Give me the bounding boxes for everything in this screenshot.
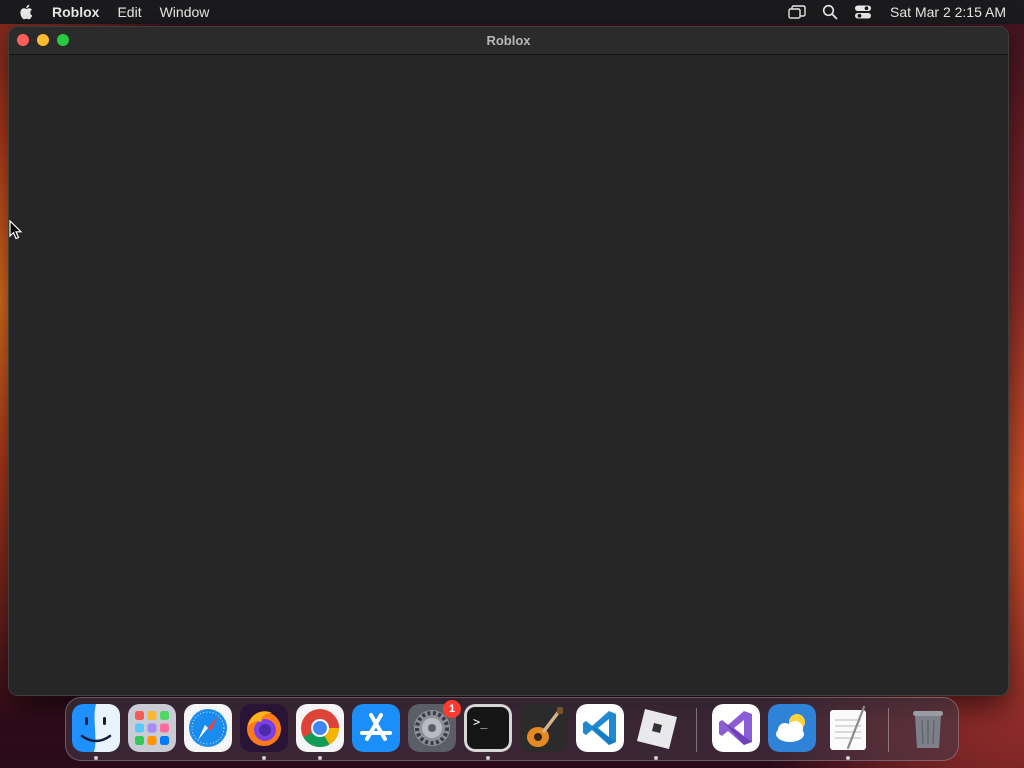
- menu-clock[interactable]: Sat Mar 2 2:15 AM: [890, 4, 1006, 20]
- menu-window[interactable]: Window: [160, 0, 210, 24]
- running-indicator: [654, 756, 658, 760]
- control-center-icon[interactable]: [854, 4, 872, 20]
- terminal-icon[interactable]: >_: [464, 704, 512, 752]
- running-indicator: [318, 756, 322, 760]
- trash-icon[interactable]: [904, 704, 952, 752]
- finder-icon[interactable]: [72, 704, 120, 752]
- apple-menu-icon[interactable]: [18, 3, 36, 21]
- textedit-icon[interactable]: [824, 704, 872, 752]
- safari-icon[interactable]: [184, 704, 232, 752]
- window-titlebar[interactable]: Roblox: [9, 27, 1008, 55]
- roblox-icon[interactable]: [632, 704, 680, 752]
- running-indicator: [486, 756, 490, 760]
- window-title: Roblox: [486, 33, 531, 48]
- mouse-cursor-icon: [9, 219, 23, 245]
- dock-separator-trash: [888, 708, 889, 752]
- chrome-icon[interactable]: [296, 704, 344, 752]
- window-content-area[interactable]: [9, 55, 1008, 695]
- running-indicator: [846, 756, 850, 760]
- dock: 1 >_: [65, 697, 959, 761]
- vscode-icon[interactable]: [576, 704, 624, 752]
- weather-icon[interactable]: [768, 704, 816, 752]
- garageband-icon[interactable]: [520, 704, 568, 752]
- running-indicator: [94, 756, 98, 760]
- launchpad-icon[interactable]: [128, 704, 176, 752]
- system-settings-badge: 1: [443, 700, 461, 718]
- svg-text:>_: >_: [473, 715, 488, 729]
- status-area: Sat Mar 2 2:15 AM: [772, 0, 1006, 24]
- spotlight-search-icon[interactable]: [822, 4, 838, 20]
- running-indicator: [262, 756, 266, 760]
- menu-app-name[interactable]: Roblox: [52, 0, 99, 24]
- dock-separator: [696, 708, 697, 752]
- firefox-icon[interactable]: [240, 704, 288, 752]
- menu-bar: Roblox Edit Window Sat Mar 2 2:15 AM: [0, 0, 1024, 24]
- screen-mirroring-icon[interactable]: [788, 5, 806, 19]
- visual-studio-icon[interactable]: [712, 704, 760, 752]
- menu-edit[interactable]: Edit: [117, 0, 141, 24]
- app-store-icon[interactable]: [352, 704, 400, 752]
- roblox-window: Roblox: [8, 26, 1009, 696]
